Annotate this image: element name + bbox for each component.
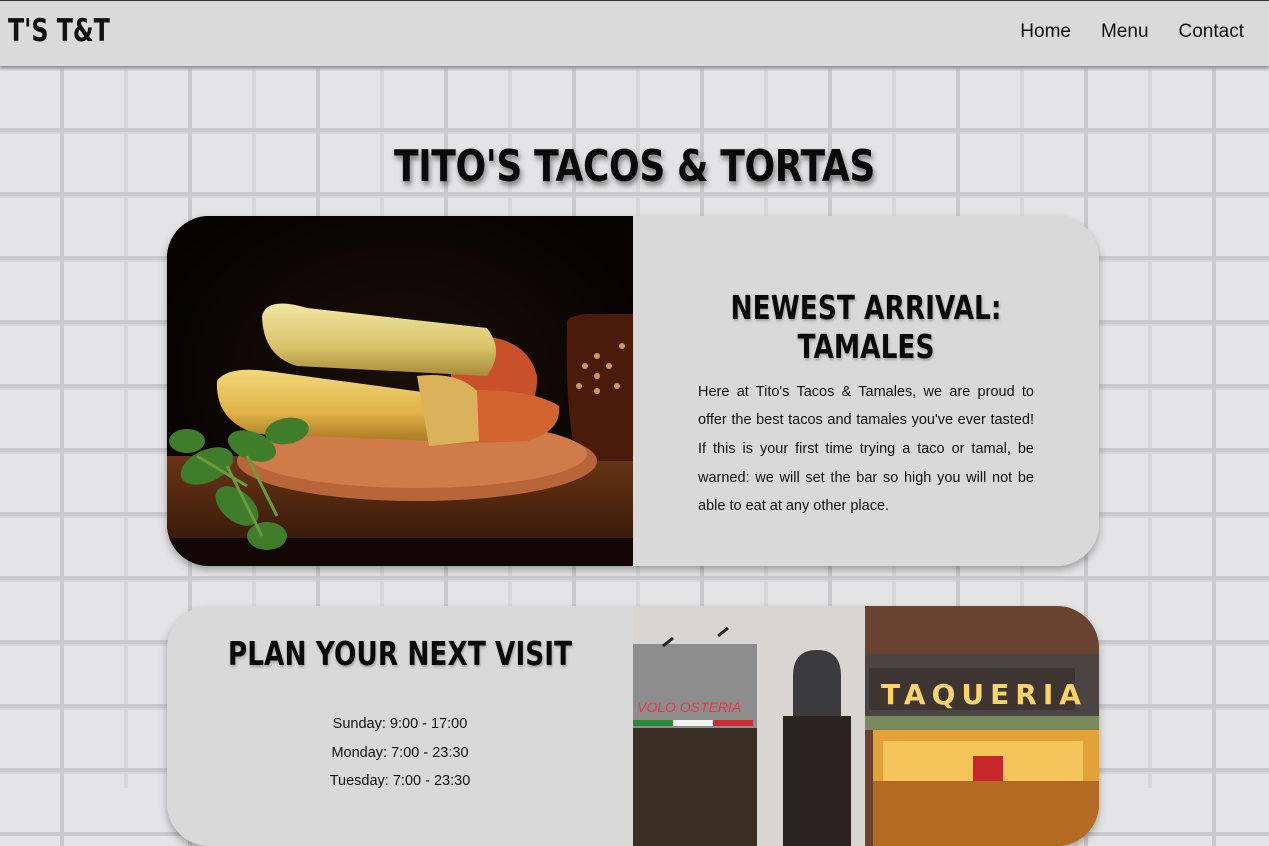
feature-description: Here at Tito's Tacos & Tamales, we are p… — [698, 383, 1034, 515]
hours-monday: Monday: 7:00 - 23:30 — [331, 744, 469, 761]
neighbor-sign: VOLO OSTERIA — [637, 699, 741, 715]
taqueria-sign: TAQUERIA — [881, 678, 1087, 711]
navbar: T'S T&T Home Menu Contact — [0, 0, 1269, 66]
nav-link-menu[interactable]: Menu — [1101, 21, 1149, 43]
nav-link-home[interactable]: Home — [1020, 21, 1071, 43]
visit-heading: PLAN YOUR NEXT VISIT — [227, 634, 573, 673]
hours-sunday: Sunday: 9:00 - 17:00 — [332, 716, 468, 732]
storefront-image: VOLO OSTERIA TAQUERIA — [633, 606, 1099, 846]
brand-logo[interactable]: T'S T&T — [8, 13, 110, 49]
feature-card: NEWEST ARRIVAL: TAMALES Here at Tito's T… — [167, 216, 1099, 566]
visit-card: PLAN YOUR NEXT VISIT Sunday: 9:00 - 17:0… — [167, 606, 1099, 846]
feature-heading: NEWEST ARRIVAL: TAMALES — [730, 288, 1002, 366]
opening-hours: Sunday: 9:00 - 17:00 Monday: 7:00 - 23:3… — [167, 710, 633, 796]
nav-links: Home Menu Contact — [1020, 21, 1244, 43]
visit-text-pane: PLAN YOUR NEXT VISIT Sunday: 9:00 - 17:0… — [167, 606, 633, 846]
feature-text-pane: NEWEST ARRIVAL: TAMALES Here at Tito's T… — [633, 216, 1099, 566]
hours-tuesday: Tuesday: 7:00 - 23:30 — [329, 773, 471, 789]
nav-link-contact[interactable]: Contact — [1179, 21, 1244, 43]
page-title: TITO'S TACOS & TORTAS — [394, 141, 875, 193]
tamales-image — [167, 216, 633, 566]
